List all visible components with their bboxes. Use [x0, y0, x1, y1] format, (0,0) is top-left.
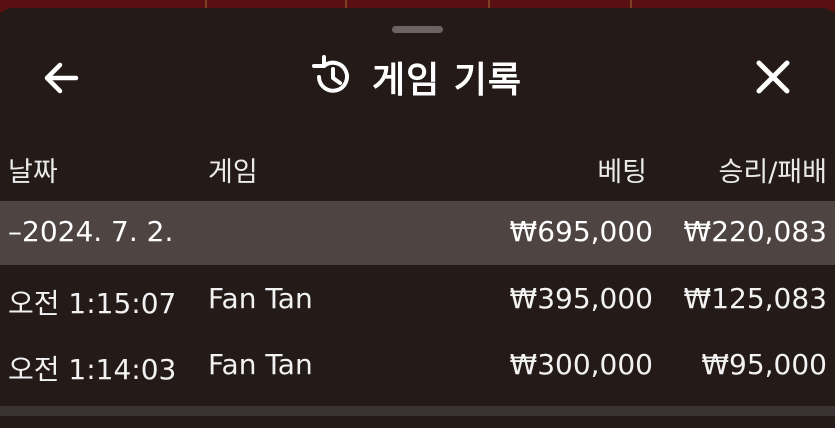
- table-row[interactable]: 오전 1:14:03 Fan Tan ₩300,000 ₩95,000: [0, 334, 835, 398]
- drag-handle[interactable]: [392, 26, 443, 33]
- page-title: 게임 기록: [372, 60, 523, 101]
- row-bet: ₩300,000: [509, 348, 653, 381]
- arrow-left-icon: [44, 62, 79, 94]
- close-icon: [756, 60, 790, 94]
- row-time: 오전 1:14:03: [8, 353, 177, 386]
- date-group-bet: ₩695,000: [509, 215, 653, 248]
- next-row-peek: [0, 406, 835, 416]
- date-group-label: –2024. 7. 2.: [8, 215, 174, 248]
- history-icon: [312, 55, 349, 93]
- date-group-win-loss: ₩220,083: [683, 215, 827, 248]
- date-group-row[interactable]: –2024. 7. 2. ₩695,000 ₩220,083: [0, 201, 835, 265]
- close-button[interactable]: [752, 56, 794, 98]
- title-group: 게임 기록: [310, 46, 522, 108]
- column-header-bet: 베팅: [597, 157, 647, 188]
- sheet-header: 게임 기록: [0, 46, 835, 108]
- row-win-loss: ₩125,083: [683, 282, 827, 315]
- row-bet: ₩395,000: [509, 282, 653, 315]
- column-header-date: 날짜: [8, 157, 58, 188]
- row-game: Fan Tan: [208, 348, 313, 381]
- row-game: Fan Tan: [208, 282, 313, 315]
- row-time: 오전 1:15:07: [8, 287, 177, 320]
- column-header-game: 게임: [208, 157, 258, 188]
- back-button[interactable]: [40, 58, 84, 98]
- row-win-loss: ₩95,000: [701, 348, 827, 381]
- column-header-win-loss: 승리/패배: [718, 157, 827, 188]
- column-headers: 날짜 게임 베팅 승리/패배: [0, 150, 835, 190]
- table-row[interactable]: 오전 1:15:07 Fan Tan ₩395,000 ₩125,083: [0, 268, 835, 332]
